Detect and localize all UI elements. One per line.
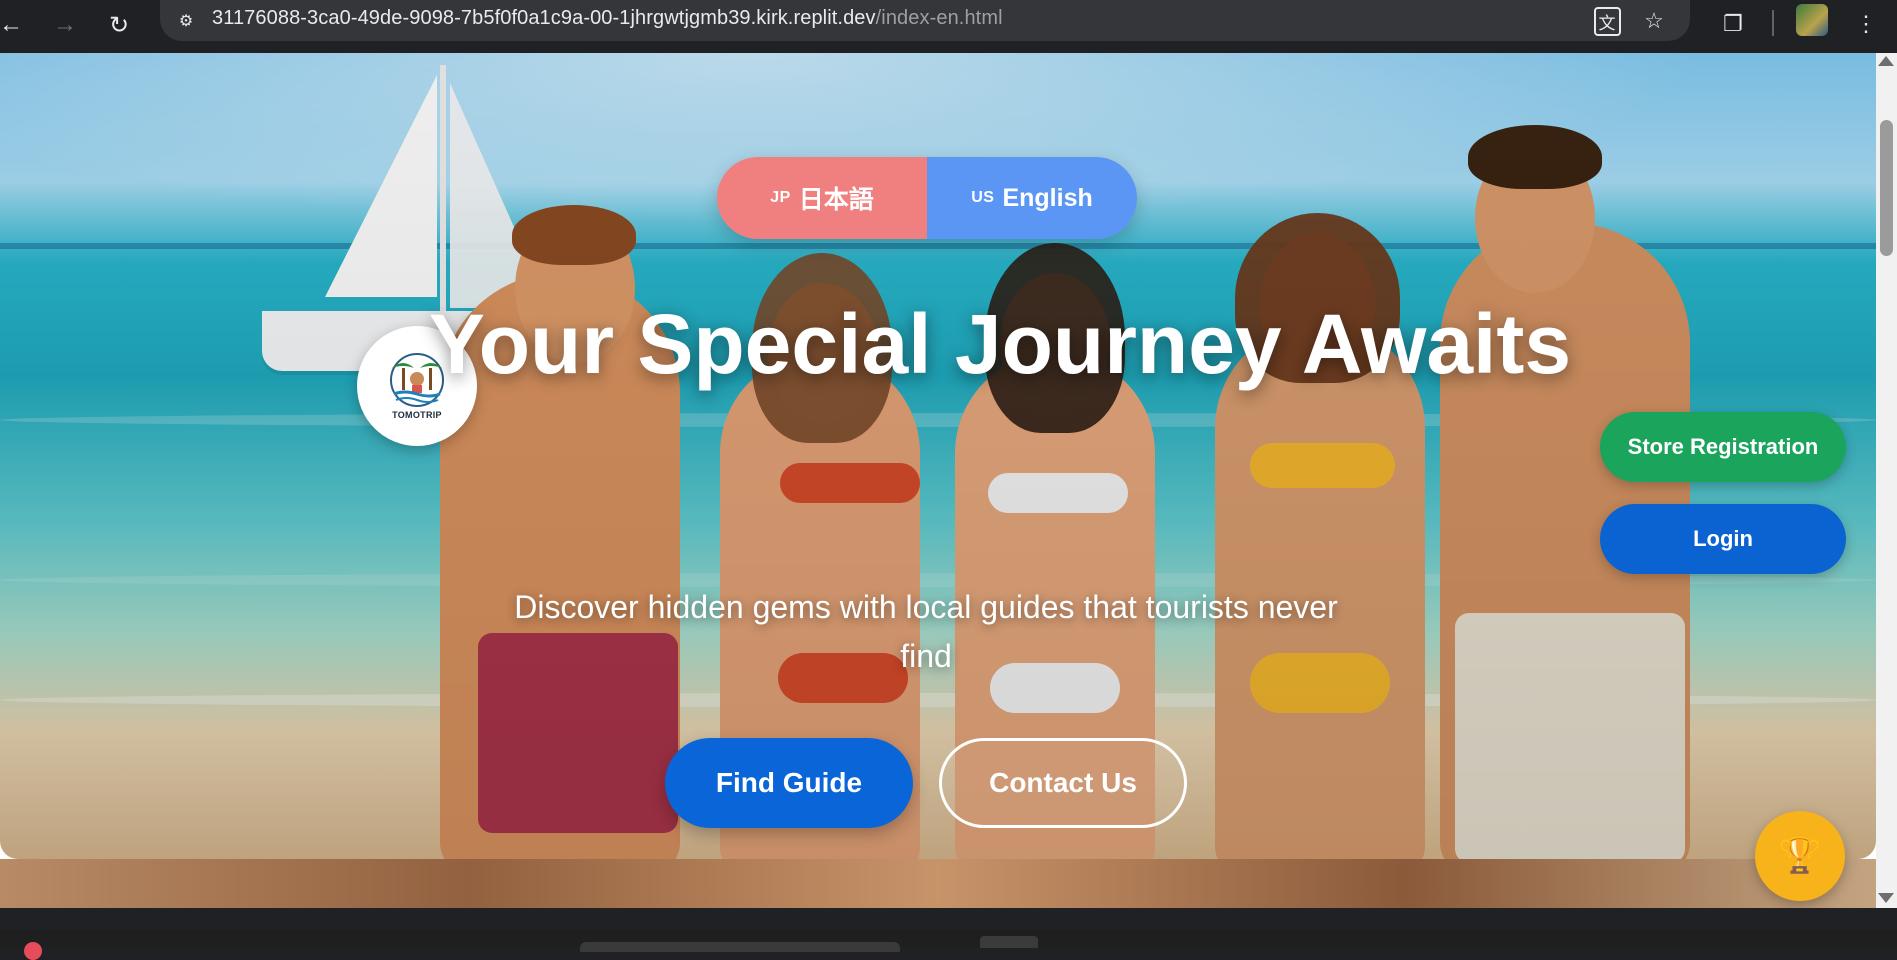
hero-title: Your Special Journey Awaits: [428, 297, 1572, 391]
login-button[interactable]: Login: [1600, 504, 1846, 574]
trophy-icon: 🏆: [1778, 837, 1822, 875]
hero-section: JP 日本語 US English TOMOTRIP Your Special …: [0, 53, 1876, 859]
site-info-button[interactable]: ⚙: [172, 7, 200, 35]
taskbar-app-icon[interactable]: [24, 942, 42, 960]
browser-toolbar: ← → ↻ ⚙ 31176088-3ca0-49de-9098-7b5f0f0a…: [0, 0, 1897, 53]
tune-icon: ⚙: [178, 13, 194, 30]
url-path: /index-en.html: [875, 7, 1003, 29]
jp-flag-icon: JP: [770, 189, 791, 206]
language-english-button[interactable]: US English: [927, 157, 1137, 239]
taskbar-search[interactable]: [580, 942, 900, 952]
store-registration-button[interactable]: Store Registration: [1600, 412, 1846, 482]
more-vertical-icon: ⋮: [1855, 11, 1877, 36]
scroll-up-arrow-icon[interactable]: [1878, 56, 1894, 66]
scroll-down-arrow-icon[interactable]: [1878, 893, 1894, 903]
arrow-left-icon: ←: [0, 11, 23, 38]
hero-subtitle: Discover hidden gems with local guides t…: [514, 589, 1338, 674]
taskbar-item[interactable]: [980, 936, 1038, 948]
profile-avatar[interactable]: [1796, 4, 1828, 36]
translate-icon: 文: [1593, 6, 1621, 36]
star-icon: ☆: [1644, 8, 1664, 33]
language-japanese-label: 日本語: [798, 186, 874, 214]
url-text[interactable]: 31176088-3ca0-49de-9098-7b5f0f0a1c9a-00-…: [212, 6, 1003, 30]
browser-menu-button[interactable]: ⋮: [1848, 6, 1884, 42]
page-viewport: JP 日本語 US English TOMOTRIP Your Special …: [0, 53, 1876, 908]
find-guide-button[interactable]: Find Guide: [665, 738, 913, 828]
puzzle-icon: ❐: [1723, 11, 1743, 36]
address-bar[interactable]: ⚙ 31176088-3ca0-49de-9098-7b5f0f0a1c9a-0…: [160, 0, 1690, 41]
reload-icon: ↻: [108, 11, 130, 39]
arrow-right-icon: →: [53, 11, 77, 38]
us-flag-icon: US: [971, 189, 995, 206]
language-english-label: English: [1002, 183, 1093, 212]
language-switcher: JP 日本語 US English: [717, 157, 1137, 239]
forward-button[interactable]: →: [46, 6, 84, 44]
back-button[interactable]: ←: [0, 6, 30, 44]
contact-us-button[interactable]: Contact Us: [939, 738, 1187, 828]
url-host: 31176088-3ca0-49de-9098-7b5f0f0a1c9a-00-…: [212, 7, 876, 29]
logo-text: TOMOTRIP: [392, 410, 442, 420]
trophy-button[interactable]: 🏆: [1755, 811, 1845, 901]
translate-button[interactable]: 文: [1592, 6, 1622, 36]
os-taskbar: [0, 930, 1897, 948]
toolbar-divider: [1772, 10, 1774, 36]
extensions-button[interactable]: ❐: [1715, 6, 1751, 42]
section-preview-strip: [0, 859, 1876, 908]
bookmark-button[interactable]: ☆: [1639, 6, 1669, 36]
language-japanese-button[interactable]: JP 日本語: [717, 157, 927, 239]
scrollbar-thumb[interactable]: [1880, 120, 1893, 256]
reload-button[interactable]: ↻: [100, 6, 138, 44]
